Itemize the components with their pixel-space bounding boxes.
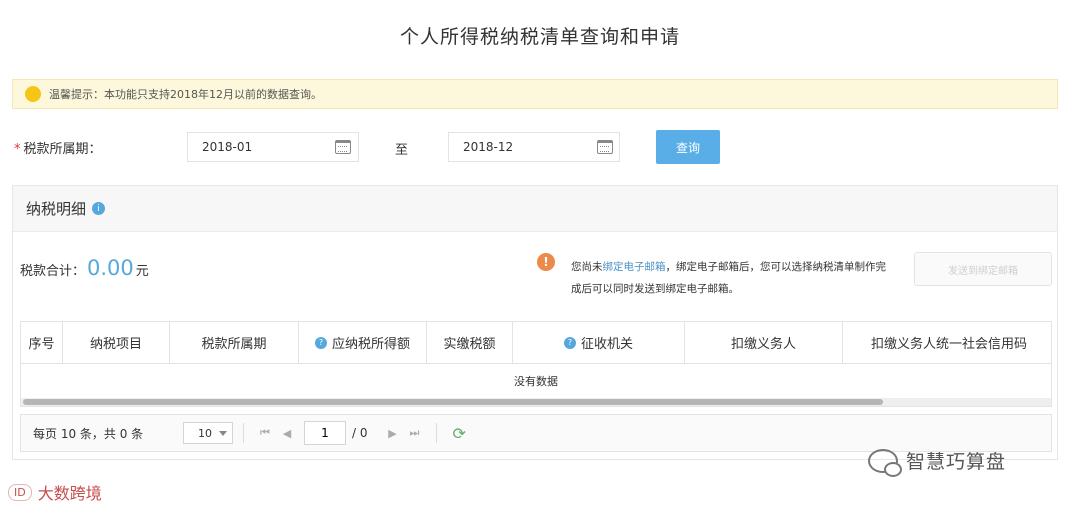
tax-table: 序号 纳税项目 税款所属期 ? 应纳税所得额 实缴税额 ? 征收机关 扣缴义务人 扣… <box>20 321 1052 407</box>
calendar-icon[interactable] <box>597 140 613 154</box>
end-date-input[interactable] <box>448 132 620 162</box>
info-icon[interactable]: i <box>92 202 106 215</box>
warning-icon: ! <box>537 253 555 271</box>
wechat-icon <box>868 448 902 477</box>
prev-page-icon[interactable]: ◀ <box>276 427 298 440</box>
calendar-icon[interactable] <box>335 140 351 154</box>
tax-total: 税款合计：0.00 元 <box>20 256 149 280</box>
notice-text: 温馨提示：本功能只支持2018年12月以前的数据查询。 <box>49 88 322 101</box>
page-number-input[interactable] <box>304 421 346 445</box>
help-icon[interactable]: ? <box>314 336 327 349</box>
col-header: 纳税项目 <box>63 322 170 363</box>
panel-title: 纳税明细 <box>26 200 87 218</box>
notice-banner: 温馨提示：本功能只支持2018年12月以前的数据查询。 <box>12 79 1058 109</box>
total-label: 税款合计： <box>20 264 86 279</box>
divider <box>243 423 244 443</box>
divider <box>435 423 437 443</box>
col-header: 实缴税额 <box>427 322 513 363</box>
col-header: 序号 <box>21 322 63 363</box>
first-page-icon[interactable]: ⏮ <box>254 426 276 440</box>
tax-details-panel: 纳税明细 i 税款合计：0.00 元 ! 您尚未绑定电子邮箱，绑定电子邮箱后，您可… <box>12 185 1058 460</box>
to-label: 至 <box>395 143 409 158</box>
watermark-right: 智慧巧算盘 <box>868 447 1006 477</box>
total-amount: 0.00 <box>87 256 134 280</box>
col-header: 扣缴义务人统一社会信用码 <box>871 337 1028 352</box>
required-mark: * <box>14 142 21 157</box>
query-button[interactable]: 查询 <box>656 130 720 164</box>
start-date-input[interactable] <box>187 132 359 162</box>
watermark-left: ID 大数跨境 <box>8 480 102 504</box>
col-header-help: ? 征收机关 <box>513 322 685 363</box>
col-header-help: ? 应纳税所得额 <box>299 322 427 363</box>
total-pages: / 0 <box>352 426 368 440</box>
table-header: 序号 纳税项目 税款所属期 ? 应纳税所得额 实缴税额 ? 征收机关 扣缴义务人 扣… <box>21 322 1051 364</box>
chevron-down-icon <box>219 431 227 436</box>
scrollbar-thumb[interactable] <box>23 399 883 405</box>
col-header: 税款所属期 <box>170 322 299 363</box>
page-size-select[interactable]: 10 <box>183 422 233 444</box>
next-page-icon[interactable]: ▶ <box>382 427 404 440</box>
page-title: 个人所得税纳税清单查询和申请 <box>399 26 680 48</box>
help-icon[interactable]: ? <box>563 336 576 349</box>
total-unit: 元 <box>135 264 149 279</box>
email-binding-notice: 您尚未绑定电子邮箱，绑定电子邮箱后，您可以选择纳税清单制作完成后可以同时发送到绑… <box>571 261 886 295</box>
col-header: 扣缴义务人 <box>685 322 843 363</box>
refresh-icon[interactable]: ⟳ <box>453 424 466 443</box>
lightbulb-icon <box>25 86 41 102</box>
send-to-email-button[interactable]: 发送到绑定邮箱 <box>914 252 1052 286</box>
bind-email-link[interactable]: 绑定电子邮箱 <box>603 261 666 273</box>
watermark-badge: ID <box>8 483 32 501</box>
panel-header: 纳税明细 i <box>13 186 1057 232</box>
horizontal-scrollbar[interactable] <box>21 398 1051 406</box>
page-info: 每页 10 条，共 0 条 <box>33 426 144 441</box>
period-label: * 税款所属期： <box>14 142 102 157</box>
last-page-icon[interactable]: ⏭ <box>404 426 426 440</box>
empty-message: 没有数据 <box>514 375 558 388</box>
